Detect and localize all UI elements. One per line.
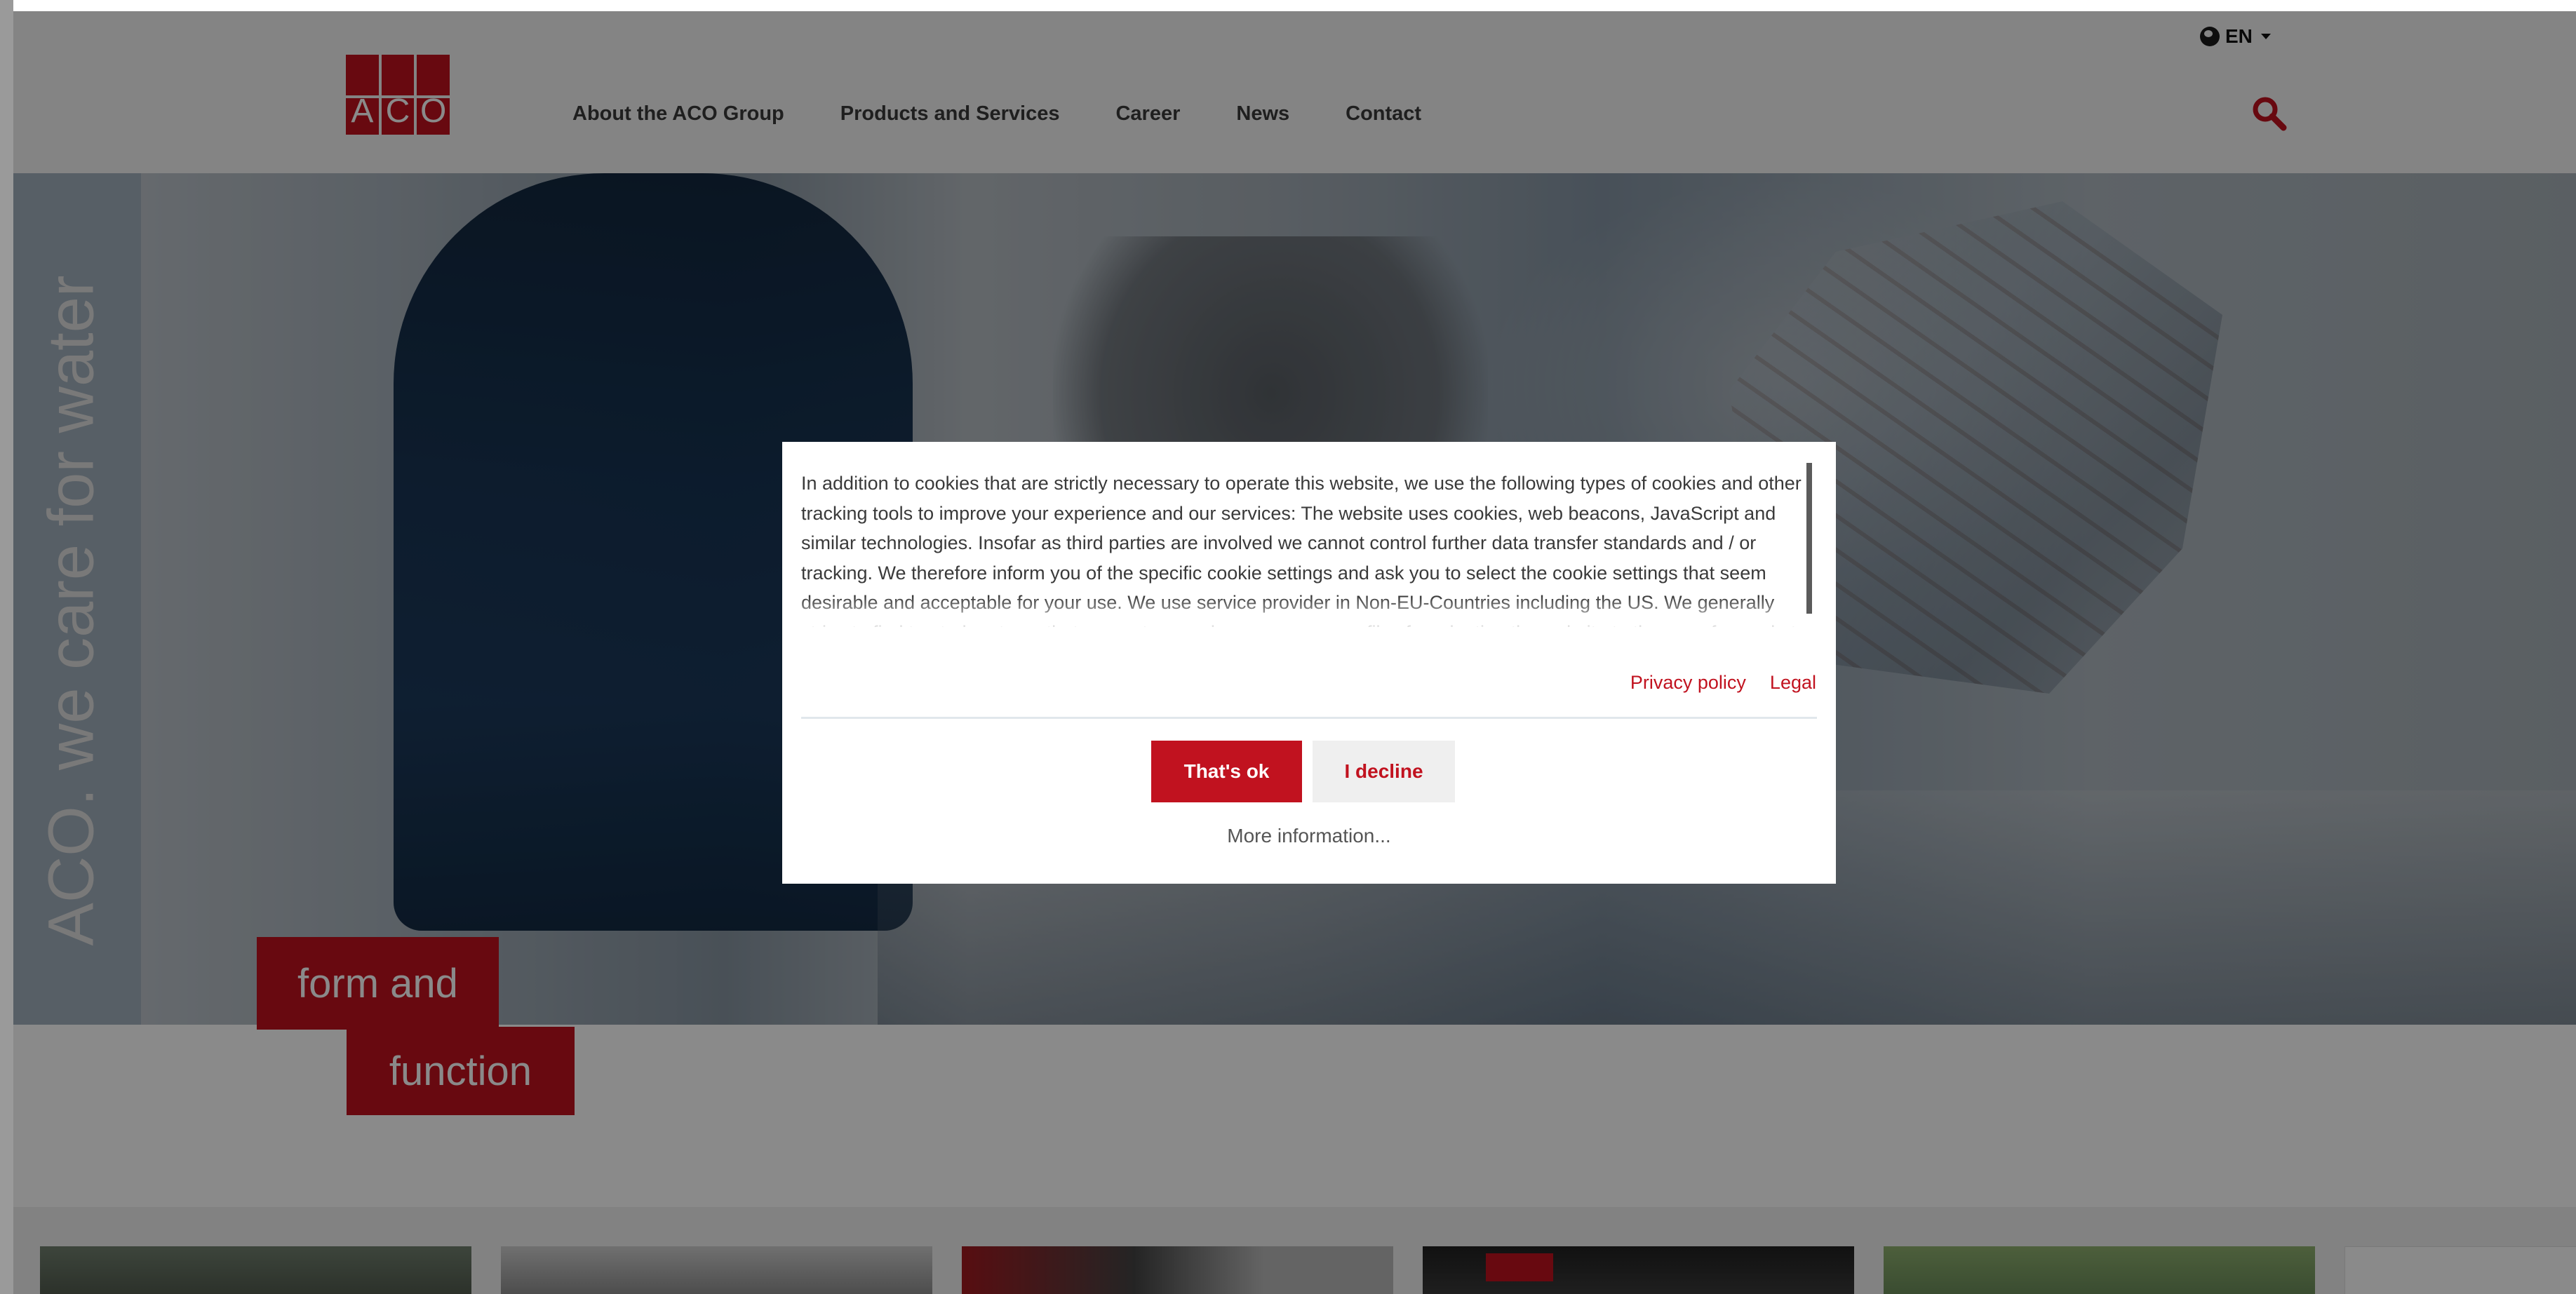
cookie-scrollbar[interactable] (1806, 463, 1812, 614)
cookie-divider (801, 717, 1817, 719)
cookie-dialog: In addition to cookies that are strictly… (782, 442, 1836, 884)
more-information-link[interactable]: More information... (782, 825, 1836, 847)
decline-cookies-button[interactable]: I decline (1313, 741, 1455, 802)
cookie-links: Privacy policy Legal (1630, 672, 1816, 694)
privacy-policy-link[interactable]: Privacy policy (1630, 672, 1746, 694)
left-edge (0, 0, 13, 1294)
accept-cookies-button[interactable]: That's ok (1151, 741, 1302, 802)
legal-link[interactable]: Legal (1770, 672, 1816, 694)
page: A C O About the ACO Group Products and S… (13, 11, 2576, 1294)
top-edge (0, 0, 2576, 11)
browser-viewport: A C O About the ACO Group Products and S… (0, 0, 2576, 1294)
cookie-text-fade (801, 596, 1809, 628)
